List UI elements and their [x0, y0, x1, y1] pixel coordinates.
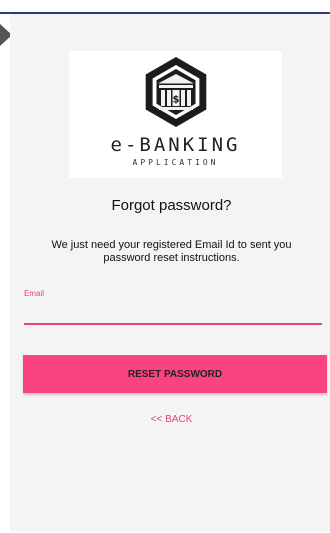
app-logo: $ e-BANKING APPLICATION [69, 51, 282, 178]
instructions-text: We just need your registered Email Id to… [51, 239, 292, 264]
email-field[interactable] [24, 301, 322, 325]
logo-name: e-BANKING [110, 134, 241, 156]
svg-text:$: $ [172, 95, 179, 106]
forgot-password-card: $ e-BANKING APPLICATION Forgot password?… [10, 14, 330, 532]
reset-password-button[interactable]: RESET PASSWORD [23, 355, 327, 393]
back-link[interactable]: << BACK [10, 414, 330, 425]
bank-logo-icon: $ [145, 57, 206, 127]
page-title: Forgot password? [111, 197, 232, 214]
logo-subtitle: APPLICATION [132, 158, 219, 167]
email-label: Email [24, 289, 45, 298]
